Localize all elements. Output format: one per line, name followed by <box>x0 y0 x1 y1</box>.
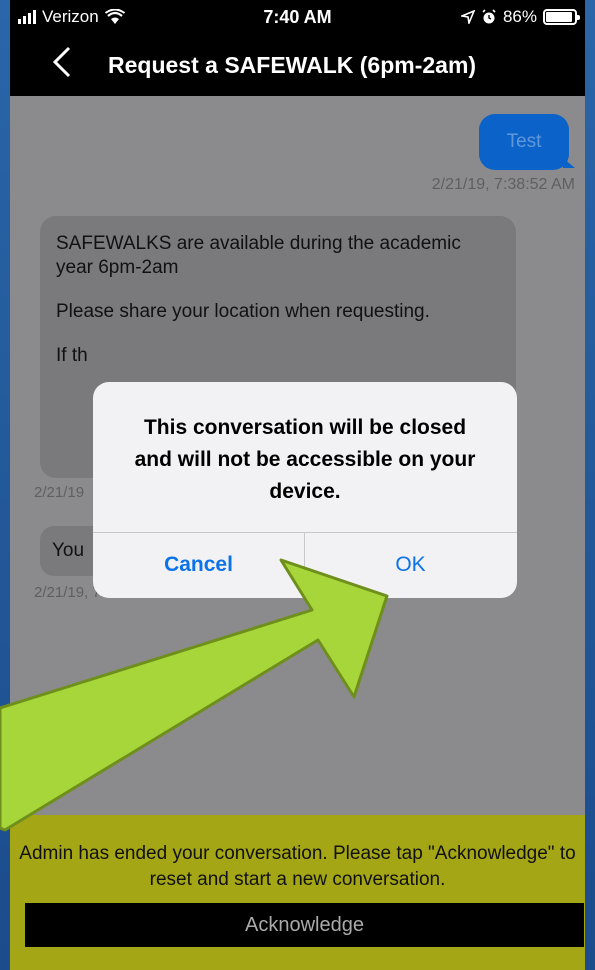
page-title: Request a SAFEWALK (6pm-2am) <box>108 52 477 78</box>
conversation-ended-banner: Admin has ended your conversation. Pleas… <box>10 815 585 970</box>
message-line: SAFEWALKS are available during the acade… <box>56 233 461 278</box>
battery-icon <box>543 9 580 25</box>
message-timestamp: 2/21/19 <box>34 484 85 501</box>
status-bar: Verizon 7:40 AM 86% <box>10 0 585 34</box>
message-line: If th <box>56 345 88 366</box>
ok-button[interactable]: OK <box>305 532 516 598</box>
message-bubble-outgoing: Test <box>479 114 575 170</box>
acknowledge-button[interactable]: Acknowledge <box>25 903 584 947</box>
cancel-button[interactable]: Cancel <box>93 532 304 598</box>
slide-frame-left <box>0 0 10 970</box>
alert-message: This conversation will be closed and wil… <box>134 416 476 503</box>
message-timestamp: 2/21/19, 7:38:52 AM <box>431 176 575 193</box>
nav-bar: Request a SAFEWALK (6pm-2am) <box>10 34 585 96</box>
banner-message: Admin has ended your conversation. Pleas… <box>19 843 576 890</box>
alert-dialog: This conversation will be closed and wil… <box>93 382 517 598</box>
chevron-left-icon[interactable] <box>52 46 72 87</box>
alarm-icon <box>482 9 496 24</box>
slide-frame-right <box>585 0 595 970</box>
battery-percent: 86% <box>502 7 537 26</box>
location-icon <box>460 10 475 24</box>
message-line: Please share your location when requesti… <box>56 301 430 322</box>
phone-screen: Verizon 7:40 AM 86% Request a SAFEWALK (… <box>10 0 585 970</box>
